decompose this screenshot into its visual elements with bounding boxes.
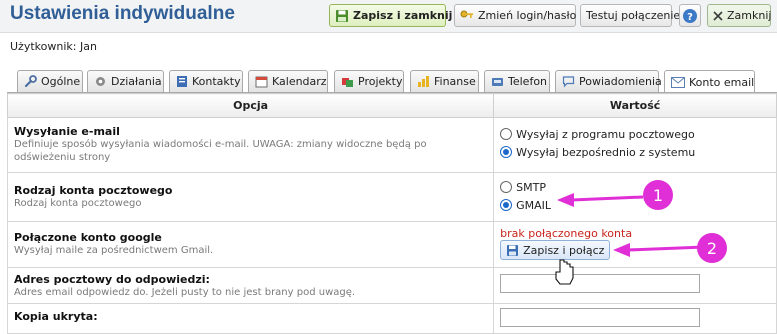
arrow-annotation-1 xyxy=(557,193,644,207)
annotation-badge-1: 1 xyxy=(643,180,673,210)
arrow-annotation-2 xyxy=(613,243,706,257)
annotation-overlay xyxy=(555,193,706,285)
annotation-badge-2: 2 xyxy=(697,233,727,263)
cursor-hand-icon xyxy=(555,259,574,285)
